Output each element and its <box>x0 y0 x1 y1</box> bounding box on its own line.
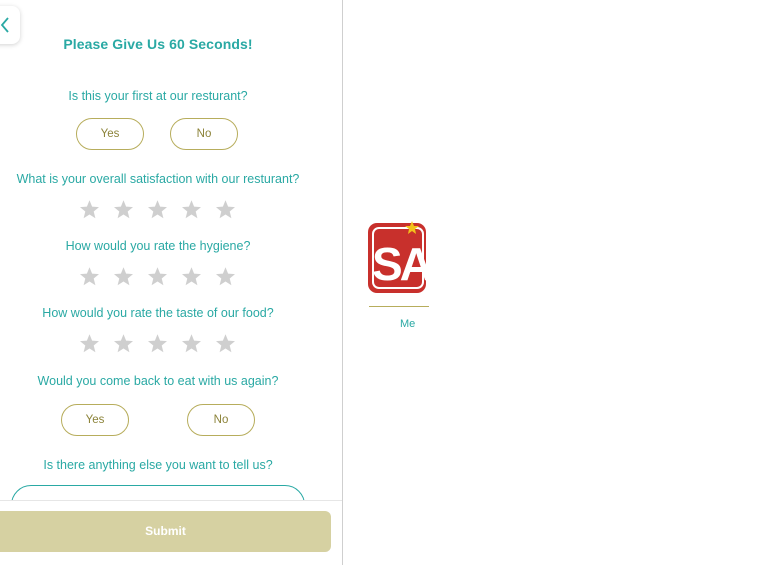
star-icon[interactable] <box>79 333 100 354</box>
star-icon[interactable] <box>181 199 202 220</box>
come-back-no-button[interactable]: No <box>187 404 255 436</box>
question-hygiene: How would you rate the hygiene? <box>65 239 251 253</box>
come-back-yes-button[interactable]: Yes <box>61 404 129 436</box>
survey-panel: Please Give Us 60 Seconds! Is this your … <box>0 0 342 566</box>
star-icon[interactable] <box>113 266 134 287</box>
question-first-visit: Is this your first at our resturant? <box>68 89 248 103</box>
menu-link[interactable]: Me <box>400 318 415 330</box>
taste-rating <box>79 333 236 355</box>
logo-text: SA <box>372 238 428 290</box>
survey-title: Please Give Us 60 Seconds! <box>63 36 253 52</box>
first-visit-yes-button[interactable]: Yes <box>76 118 144 150</box>
submit-button[interactable]: Submit <box>0 511 331 552</box>
hygiene-rating <box>79 266 236 288</box>
chevron-left-icon <box>0 17 9 33</box>
logo-underline <box>369 306 429 308</box>
star-icon[interactable] <box>113 333 134 354</box>
star-icon[interactable] <box>147 333 168 354</box>
question-taste: How would you rate the taste of our food… <box>42 306 274 320</box>
question-overall-satisfaction: What is your overall satisfaction with o… <box>16 172 300 186</box>
star-icon[interactable] <box>147 266 168 287</box>
question-anything-else: Is there anything else you want to tell … <box>43 458 273 472</box>
first-visit-no-button[interactable]: No <box>170 118 238 150</box>
star-icon[interactable] <box>79 199 100 220</box>
star-icon[interactable] <box>215 266 236 287</box>
star-icon[interactable] <box>181 333 202 354</box>
star-icon[interactable] <box>181 266 202 287</box>
star-icon[interactable] <box>79 266 100 287</box>
star-icon[interactable] <box>215 333 236 354</box>
star-icon[interactable] <box>113 199 134 220</box>
satisfaction-rating <box>79 199 236 221</box>
star-icon[interactable] <box>215 199 236 220</box>
star-icon[interactable] <box>147 199 168 220</box>
restaurant-logo: SA <box>368 220 435 296</box>
question-come-back: Would you come back to eat with us again… <box>37 374 279 388</box>
